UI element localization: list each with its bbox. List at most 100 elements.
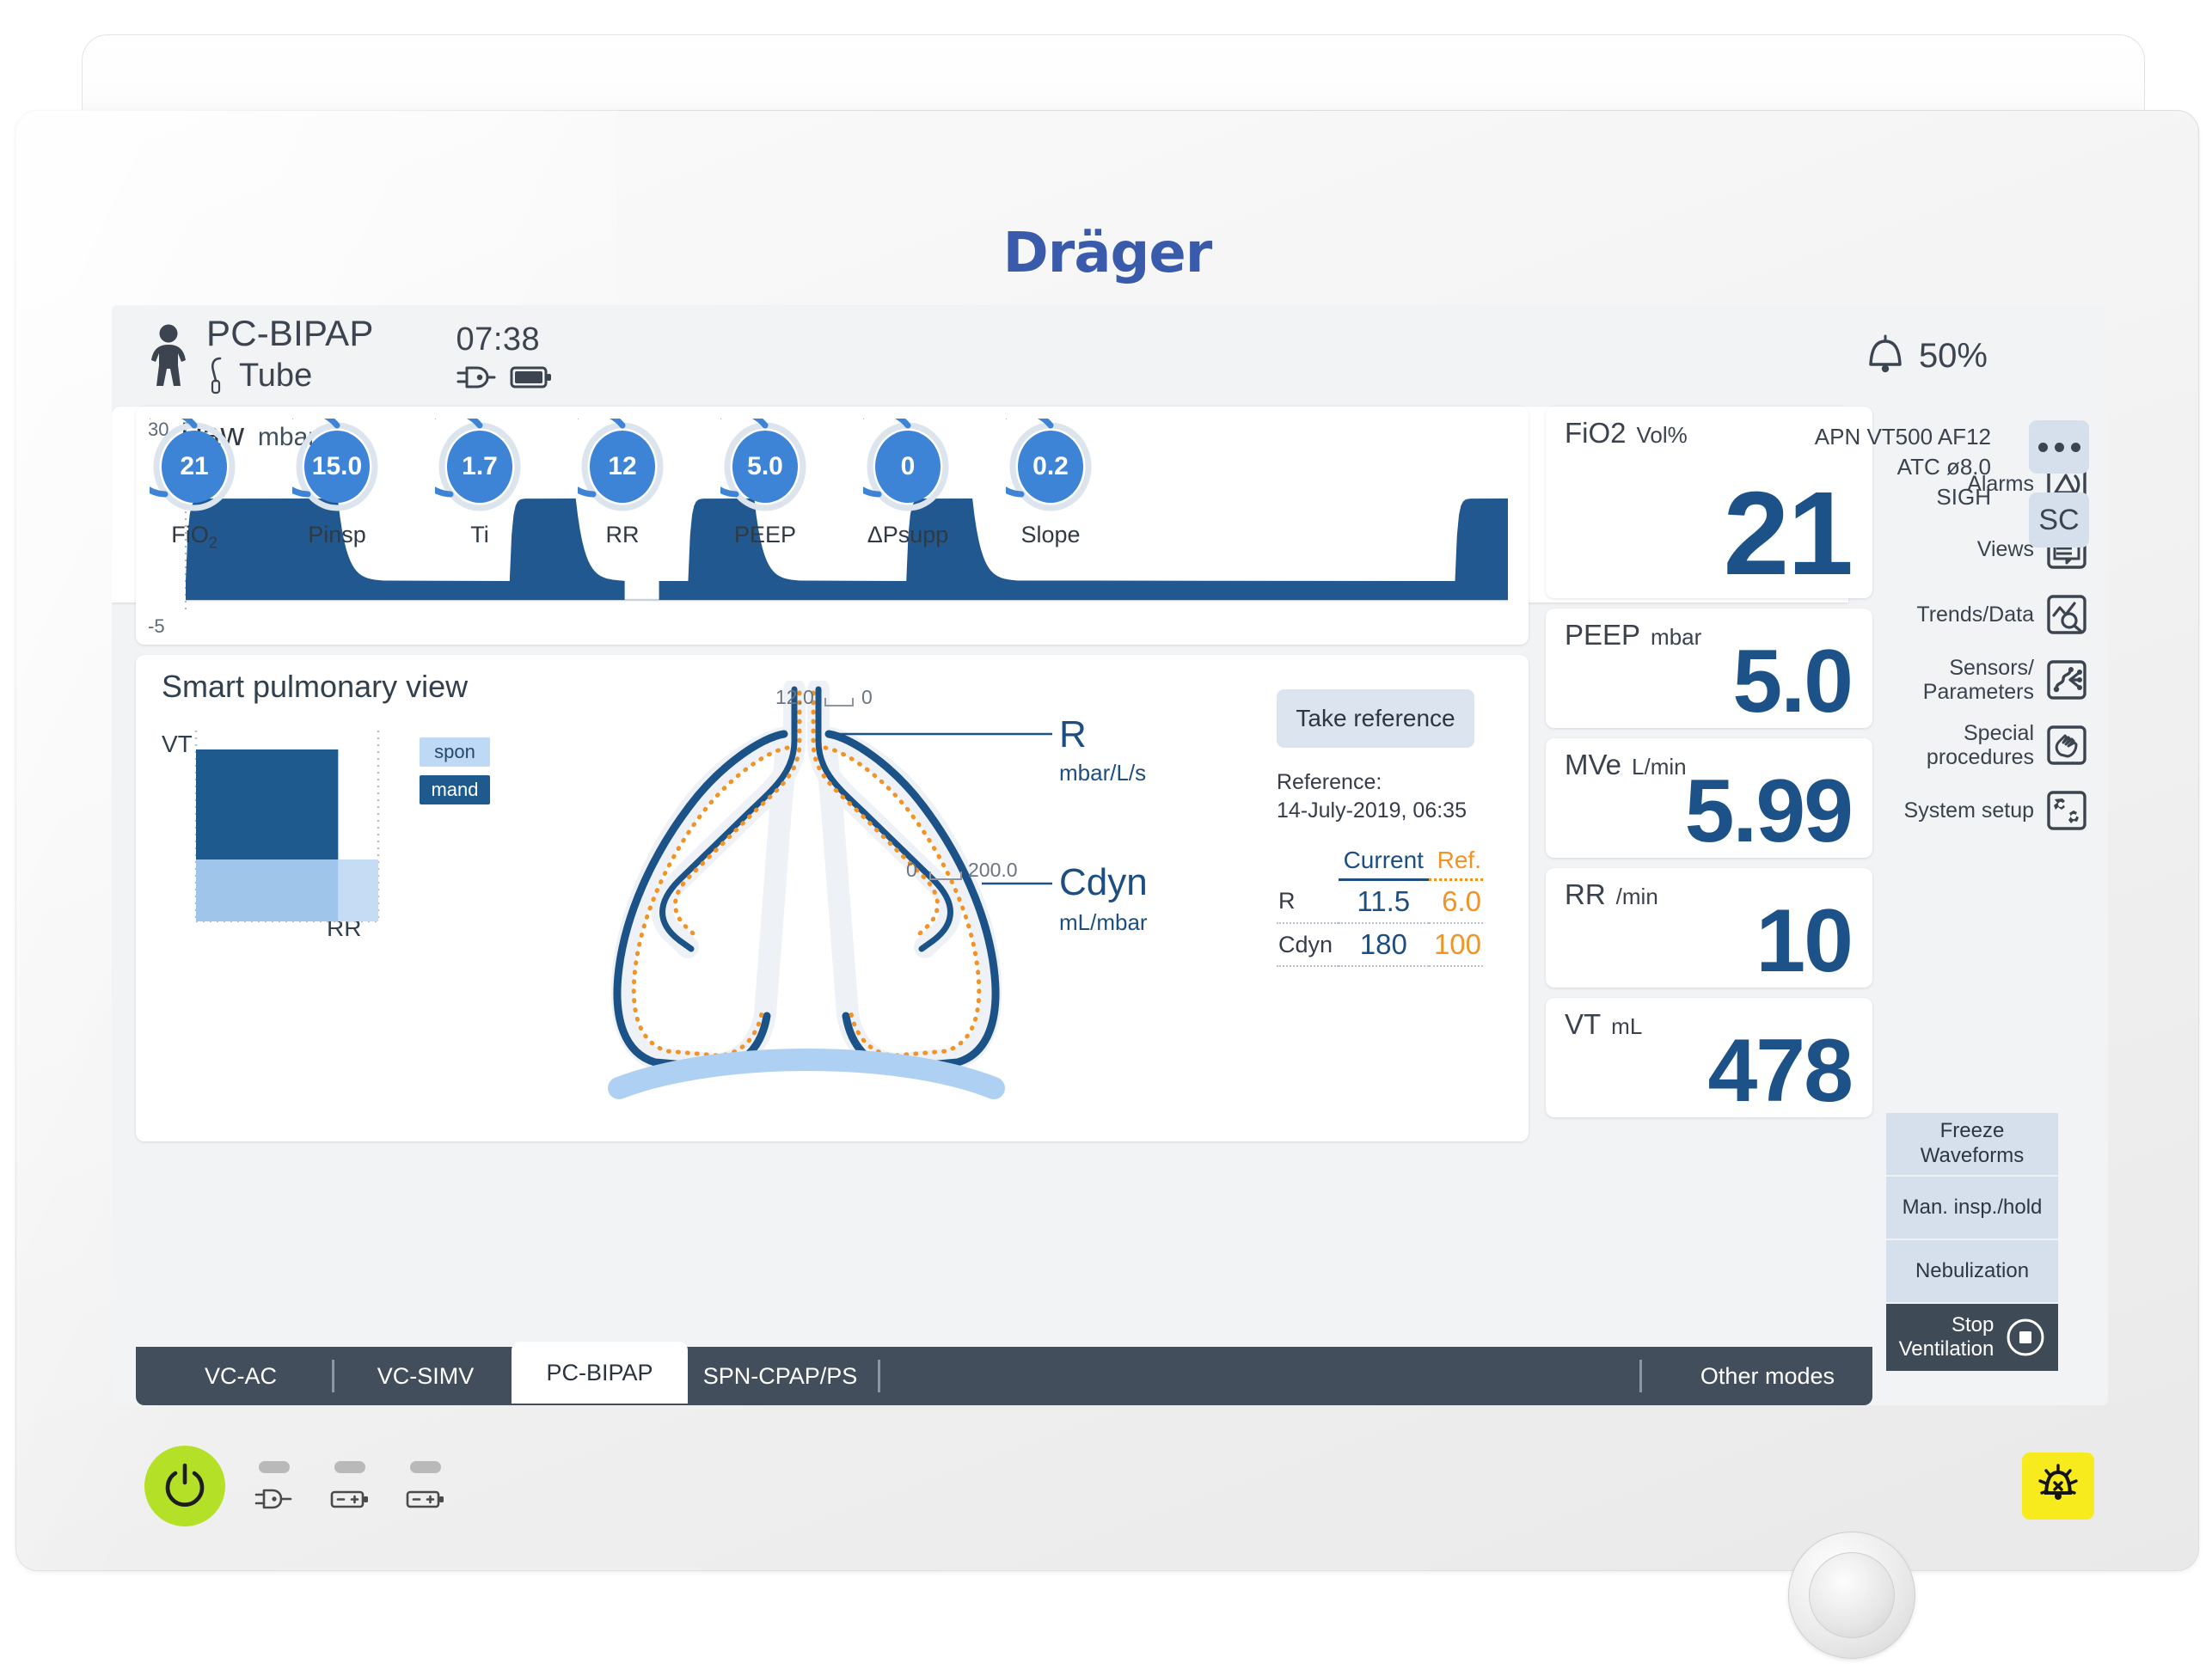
menu-item-system-setup[interactable]: System setup — [1883, 778, 2108, 843]
measured-value-vt[interactable]: VT mL 478 — [1546, 998, 1872, 1117]
dial-slope[interactable]: 0.2 Slope — [981, 408, 1114, 552]
freeze-waveforms-button[interactable]: Freeze Waveforms — [1886, 1113, 2058, 1177]
power-button[interactable] — [144, 1446, 225, 1526]
fio2-unit: Vol% — [1636, 422, 1688, 448]
nebulization-button[interactable]: Nebulization — [1886, 1240, 2058, 1304]
dial-value: 12 — [590, 431, 655, 503]
dial-label: RR — [605, 522, 640, 547]
ventilator-device: Dräger PC-BIPAP Tube 07:38 50% 30 -5 Paw… — [0, 0, 2212, 1676]
ref-header-blank — [1277, 842, 1339, 880]
reference-caption: Reference: — [1277, 770, 1382, 794]
brand-logo-area: Dräger — [15, 206, 2199, 301]
tube-icon — [211, 357, 222, 394]
stop-ventilation-label: Stop Ventilation — [1898, 1313, 1994, 1361]
vt-axis-label: VT — [162, 731, 193, 757]
led-indicator — [410, 1461, 441, 1473]
tab-pc-bipap[interactable]: PC-BIPAP — [512, 1342, 688, 1404]
ref-header-ref: Ref. — [1428, 842, 1483, 881]
measured-value-peep[interactable]: PEEP mbar 5.0 — [1546, 609, 1872, 728]
menu-item-trends-data[interactable]: Trends/Data — [1883, 582, 2108, 647]
airway-type-label: Tube — [239, 358, 313, 395]
mode-block: PC-BIPAP Tube — [206, 314, 374, 397]
menu-item-label: Trends/Data — [1916, 603, 2034, 627]
measured-value-rr[interactable]: RR/min 10 — [1546, 868, 1872, 988]
rr-label-row: RR/min — [1565, 878, 1658, 911]
r-scale-bracket-icon — [824, 698, 854, 706]
peep-label-row: PEEP mbar — [1565, 619, 1701, 651]
stop-ventilation-button[interactable]: Stop Ventilation — [1886, 1304, 2058, 1371]
tab-spn-cpap-ps[interactable]: SPN-CPAP/PS — [688, 1347, 873, 1405]
manual-insp-hold-button[interactable]: Man. insp./hold — [1886, 1177, 2058, 1240]
power-icon — [165, 1463, 205, 1507]
tab-separator — [878, 1360, 880, 1392]
ref-row-current: 11.5 — [1338, 879, 1429, 924]
lung-diagram — [608, 681, 1052, 1099]
ref-header-current: Current — [1338, 842, 1429, 881]
led-mains — [254, 1461, 294, 1511]
led-indicator — [334, 1461, 365, 1473]
take-reference-button[interactable]: Take reference — [1277, 689, 1474, 748]
tab-vc-ac[interactable]: VC-AC — [155, 1347, 327, 1405]
dial-ti[interactable]: 1.7 Ti — [410, 408, 543, 552]
battery-icon — [510, 366, 551, 388]
dial-rr[interactable]: 12 RR — [553, 408, 686, 552]
dial-peep[interactable]: 5.0 PEEP — [695, 408, 829, 552]
dial-psupp[interactable]: 0 ΔPsupp — [838, 408, 971, 552]
r-unit: mbar/L/s — [1059, 760, 1147, 786]
rr-label: RR — [1565, 878, 1606, 910]
alarm-silence-button[interactable] — [2022, 1453, 2094, 1520]
more-options-icon[interactable] — [2029, 420, 2089, 474]
status-header: PC-BIPAP Tube 07:38 50% — [112, 305, 2108, 407]
dial-label: Pinsp — [308, 522, 366, 547]
dial-fio2[interactable]: 21 FiO2 — [125, 408, 258, 552]
ref-row-ref: 100 — [1428, 923, 1483, 967]
menu-item-label: Views — [1976, 537, 2034, 561]
other-modes-area: Other modes — [1634, 1347, 1843, 1405]
cdyn-scale-right: 200.0 — [968, 859, 1018, 881]
fio2-label: FiO2 — [1565, 417, 1627, 449]
r-scale-right: 0 — [861, 686, 873, 708]
dial-value: 21 — [162, 431, 227, 503]
sc-button[interactable]: SC — [2029, 492, 2089, 547]
bell-icon — [1869, 334, 1902, 373]
legend-chip-spon: spon — [420, 737, 490, 767]
alarm-volume-label: 50% — [1918, 336, 1988, 375]
ref-row-ref: 6.0 — [1428, 879, 1483, 924]
r-label: R — [1059, 713, 1087, 755]
rotary-knob[interactable] — [1809, 1552, 1895, 1638]
drager-logo: Dräger — [1002, 222, 1213, 285]
ref-row-name: Cdyn — [1277, 923, 1339, 967]
fio2-label-row: FiO2 Vol% — [1565, 417, 1688, 450]
side-action-buttons: Freeze Waveforms Man. insp./hold Nebuliz… — [1886, 1113, 2058, 1371]
measured-value-mve[interactable]: MVe L/min 5.99 — [1546, 738, 1872, 858]
tab-separator — [332, 1360, 334, 1392]
smart-pulmonary-view-card[interactable]: Smart pulmonary view VT RR spon mand 12.… — [136, 655, 1529, 1141]
reference-table: Current Ref. R 11.5 6.0 Cdyn 180 100 — [1277, 842, 1483, 967]
dial-value: 1.7 — [447, 431, 512, 503]
adult-patient-icon — [151, 324, 186, 386]
table-row: R 11.5 6.0 — [1277, 879, 1483, 924]
status-leds — [254, 1461, 445, 1511]
other-modes-button[interactable]: Other modes — [1692, 1347, 1843, 1405]
dial-pinsp[interactable]: 15.0 Pinsp — [267, 408, 401, 552]
trends-data-icon — [2047, 595, 2086, 634]
tab-vc-simv[interactable]: VC-SIMV — [340, 1347, 512, 1405]
dial-label: PEEP — [733, 522, 797, 547]
mains-plug-icon — [254, 1489, 292, 1509]
ventilator-screen: PC-BIPAP Tube 07:38 50% 30 -5 Paw mbar S… — [112, 305, 2108, 1405]
reference-meta: Reference: 14-July-2019, 06:35 — [1277, 768, 1467, 826]
dial-label: ΔPsupp — [867, 522, 949, 547]
menu-item-label: System setup — [1903, 798, 2034, 823]
peep-label: PEEP — [1565, 619, 1641, 651]
cdyn-scale-left: 0 — [906, 859, 917, 881]
clock-label: 07:38 — [456, 321, 541, 358]
mode-tabbar: VC-AC VC-SIMV PC-BIPAP SPN-CPAP/PS Other… — [136, 1342, 1872, 1405]
stop-square-icon — [2007, 1318, 2044, 1356]
menu-item-special-procedures[interactable]: Special procedures — [1883, 713, 2108, 778]
menu-item-sensors-parameters[interactable]: Sensors/ Parameters — [1883, 647, 2108, 713]
dial-label: FiO2 — [171, 522, 218, 552]
alarm-volume[interactable]: 50% — [1864, 333, 1988, 378]
rr-value: 10 — [1756, 891, 1854, 991]
menu-item-label: Special procedures — [1926, 721, 2034, 769]
dot — [2037, 442, 2048, 452]
